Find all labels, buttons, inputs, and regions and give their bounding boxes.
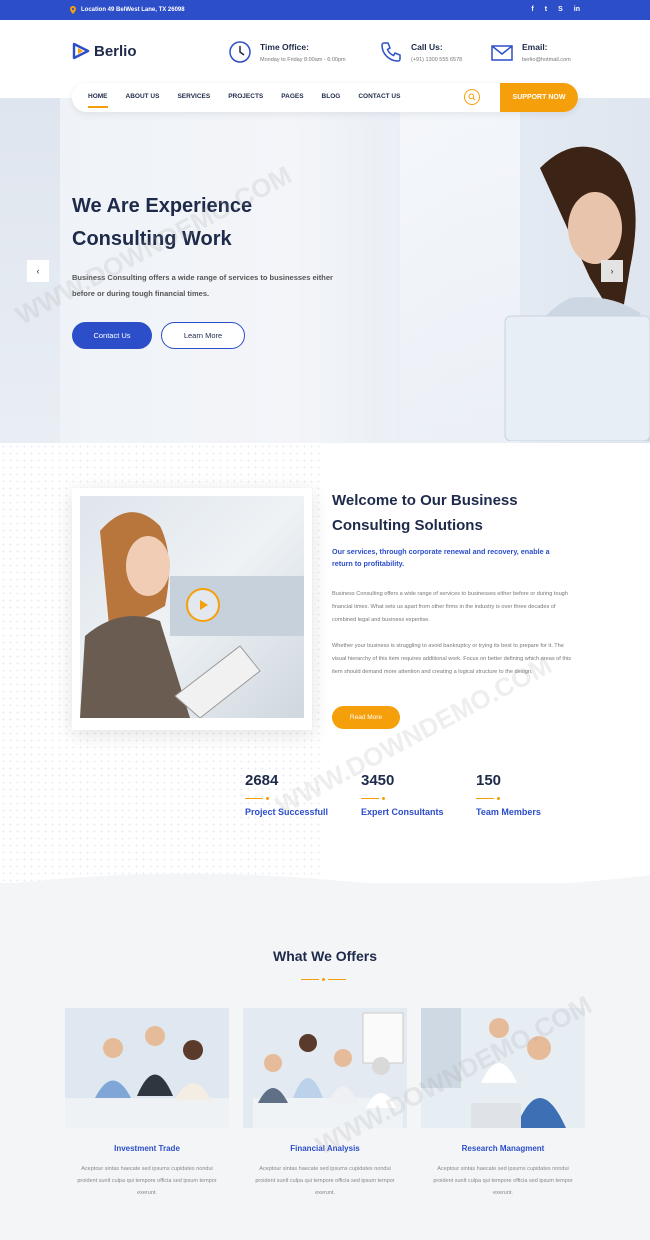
- clock-icon: [229, 41, 251, 63]
- hero-subtitle: Business Consulting offers a wide range …: [72, 273, 333, 298]
- about-title: Welcome to Our Business Consulting Solut…: [332, 492, 518, 534]
- search-button[interactable]: [464, 89, 480, 105]
- envelope-icon: [491, 45, 513, 61]
- slider-next-button[interactable]: ›: [601, 260, 623, 282]
- chevron-left-icon: ‹: [36, 266, 40, 276]
- offer-card-title[interactable]: Financial Analysis: [243, 1144, 407, 1153]
- nav-item-services[interactable]: SERVICES: [177, 93, 210, 100]
- call-value[interactable]: (+91) 1300 555 6578: [411, 57, 462, 63]
- email-value[interactable]: berlio@hotmail.com: [522, 57, 571, 63]
- offer-card[interactable]: Research Managment Aceptour sintas haeca…: [421, 1008, 585, 1199]
- play-icon: [200, 600, 208, 610]
- search-icon: [468, 93, 476, 101]
- hero-title: We Are Experience Consulting Work: [72, 195, 253, 250]
- location-info: Location 49 BelWest Lane, TX 26098: [70, 6, 185, 14]
- offer-card-image: [421, 1008, 585, 1128]
- investment-team-image: [65, 1008, 229, 1128]
- stat-number: 2684: [245, 772, 279, 789]
- offers-title-divider: [301, 978, 346, 981]
- support-now-button[interactable]: SUPPORT NOW: [500, 83, 578, 112]
- location-text: Location 49 BelWest Lane, TX 26098: [81, 7, 185, 13]
- research-team-image: [421, 1008, 585, 1128]
- stat-number: 150: [476, 772, 502, 789]
- location-pin-icon: [70, 6, 76, 14]
- nav-item-about[interactable]: ABOUT US: [126, 93, 160, 100]
- call-label: Call Us:: [411, 42, 443, 52]
- read-more-button[interactable]: Read More: [332, 706, 400, 729]
- top-bar: Location 49 BelWest Lane, TX 26098 f t S…: [0, 0, 650, 20]
- stat-label: Expert Consultants: [361, 807, 444, 817]
- twitter-icon[interactable]: t: [545, 5, 547, 15]
- phone-icon: [381, 42, 401, 62]
- time-label: Time Office:: [260, 42, 309, 52]
- call-block: Call Us: (+91) 1300 555 6578: [379, 40, 462, 64]
- nav-item-contact[interactable]: CONTACT US: [358, 93, 400, 100]
- nav-menu: HOME ABOUT US SERVICES PROJECTS PAGES BL…: [88, 93, 418, 108]
- email-label: Email:: [522, 42, 548, 52]
- stat-label: Team Members: [476, 807, 541, 817]
- stat-projects: 2684 Project Successfull: [245, 772, 355, 817]
- stat-number: 3450: [361, 772, 395, 789]
- hero-woman-image: [504, 146, 650, 441]
- skype-icon[interactable]: S: [558, 5, 563, 15]
- slider-prev-button[interactable]: ‹: [27, 260, 49, 282]
- facebook-icon[interactable]: f: [531, 5, 533, 15]
- offer-card-title[interactable]: Research Managment: [421, 1144, 585, 1153]
- time-value: Monday to Friday 8:00am - 6:00pm: [260, 57, 346, 63]
- offer-card[interactable]: Financial Analysis Aceptour sintas haeca…: [243, 1008, 407, 1199]
- logo-text: Berlio: [94, 42, 137, 60]
- stat-divider: [361, 797, 471, 800]
- stat-consultants: 3450 Expert Consultants: [361, 772, 471, 817]
- nav-item-blog[interactable]: BLOG: [322, 93, 341, 100]
- chevron-right-icon: ›: [610, 266, 614, 276]
- stat-label: Project Successfull: [245, 807, 329, 817]
- hero-slider: We Are Experience Consulting Work Busines…: [0, 98, 650, 443]
- video-play-button[interactable]: [186, 588, 220, 622]
- stat-divider: [476, 797, 586, 800]
- time-office-block: Time Office: Monday to Friday 8:00am - 6…: [228, 40, 346, 64]
- about-image-card: [72, 488, 312, 730]
- nav-item-projects[interactable]: PROJECTS: [228, 93, 263, 100]
- offer-card[interactable]: Investment Trade Aceptour sintas haecate…: [65, 1008, 229, 1199]
- nav-item-home[interactable]: HOME: [88, 93, 108, 108]
- offer-card-title[interactable]: Investment Trade: [65, 1144, 229, 1153]
- logo-play-icon: [72, 42, 90, 60]
- social-links: f t S in: [531, 5, 580, 15]
- learn-more-button[interactable]: Learn More: [161, 322, 245, 349]
- email-block: Email: berlio@hotmail.com: [490, 40, 571, 64]
- offer-card-desc: Aceptour sintas haecate sed ipsums cupid…: [433, 1166, 573, 1196]
- offer-card-image: [243, 1008, 407, 1128]
- contact-us-button[interactable]: Contact Us: [72, 322, 152, 349]
- about-paragraph-2: Whether your business is struggling to a…: [332, 643, 572, 675]
- nav-item-pages[interactable]: PAGES: [281, 93, 303, 100]
- main-nav: HOME ABOUT US SERVICES PROJECTS PAGES BL…: [72, 83, 578, 112]
- about-paragraph-1: Business Consulting offers a wide range …: [332, 591, 568, 623]
- offer-card-desc: Aceptour sintas haecate sed ipsums cupid…: [77, 1166, 217, 1196]
- stat-team: 150 Team Members: [476, 772, 586, 817]
- stat-divider: [245, 797, 355, 800]
- offers-title: What We Offers: [273, 948, 377, 964]
- about-woman-photo: [80, 496, 304, 718]
- linkedin-icon[interactable]: in: [574, 5, 580, 15]
- offer-card-image: [65, 1008, 229, 1128]
- about-lead: Our services, through corporate renewal …: [332, 547, 550, 568]
- financial-team-image: [243, 1008, 407, 1128]
- logo[interactable]: Berlio: [72, 42, 137, 60]
- offer-card-desc: Aceptour sintas haecate sed ipsums cupid…: [255, 1166, 395, 1196]
